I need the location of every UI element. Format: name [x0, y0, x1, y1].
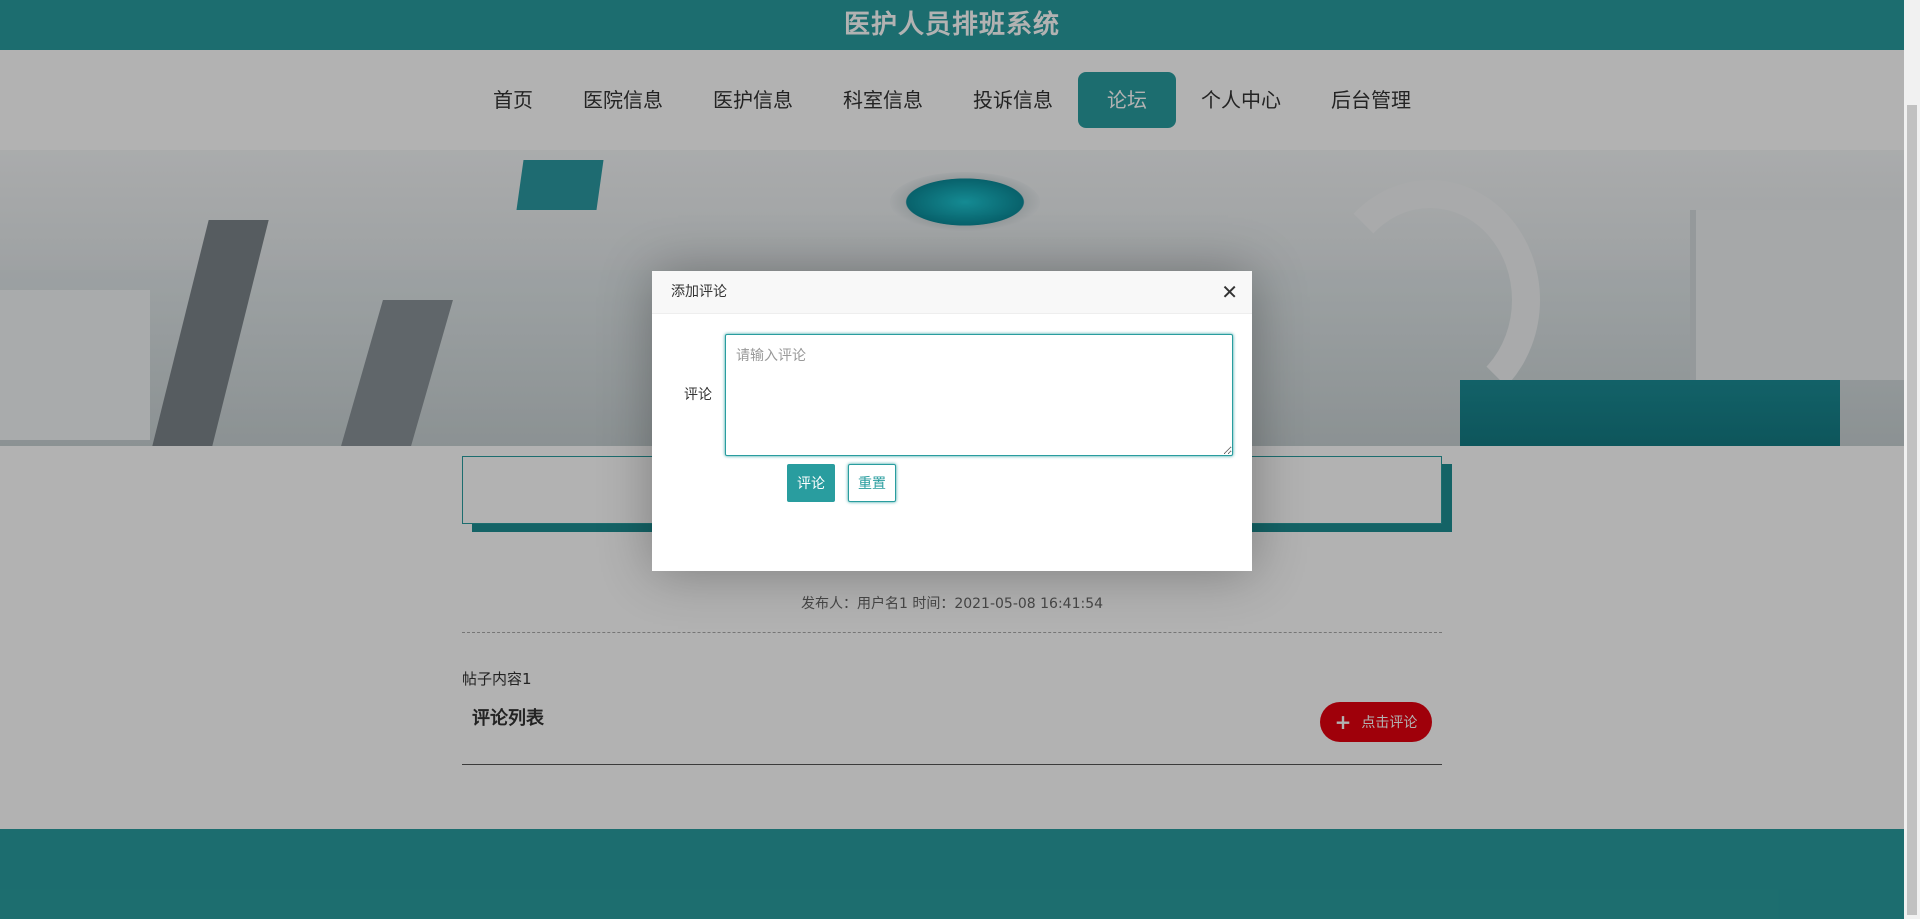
comment-textarea[interactable] [725, 334, 1233, 456]
close-icon[interactable]: ✕ [1221, 271, 1238, 314]
comment-field-label: 评论 [684, 387, 712, 403]
dialog-header: 添加评论 ✕ [652, 271, 1252, 314]
submit-comment-button[interactable]: 评论 [787, 464, 835, 502]
dialog-title: 添加评论 [671, 284, 727, 300]
page-scrollbar[interactable] [1904, 0, 1920, 919]
scrollbar-thumb[interactable] [1907, 105, 1917, 915]
add-comment-dialog: 添加评论 ✕ 评论 评论 重置 [652, 271, 1252, 571]
reset-button[interactable]: 重置 [848, 464, 896, 502]
